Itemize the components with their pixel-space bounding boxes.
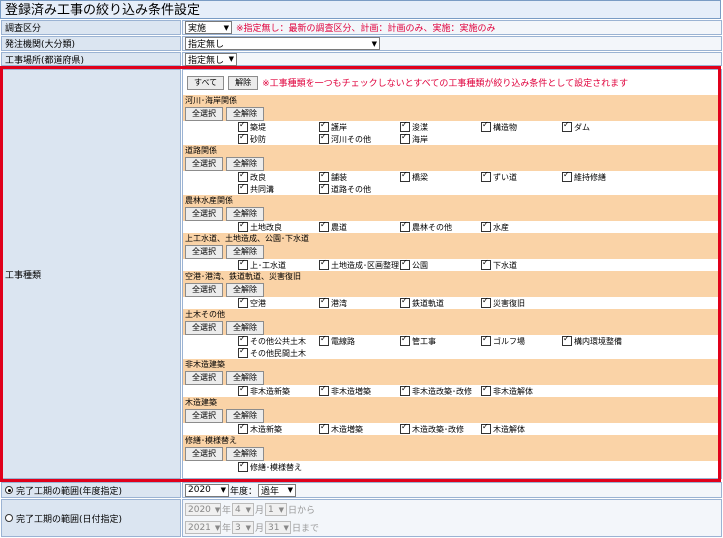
period-year-radio[interactable] xyxy=(5,486,13,494)
period-date-label-cell: 完了工期の範囲(日付指定) xyxy=(1,499,181,537)
period-date-label: 完了工期の範囲(日付指定) xyxy=(16,514,123,525)
to-day-unit: 日まで xyxy=(292,524,320,534)
chevron-down-icon: ▼ xyxy=(228,55,234,63)
period-year-suffix: 年度： xyxy=(230,486,258,497)
to-month-select[interactable]: 3 ▼ xyxy=(232,521,255,534)
period-date-to: 2021 ▼ 年 3 ▼ 月 31 ▼ 日まで xyxy=(185,520,721,535)
period-year-select[interactable]: 2020 ▼ xyxy=(185,483,229,497)
from-day-unit: 日から xyxy=(288,506,316,516)
from-day-select[interactable]: 1 ▼ xyxy=(265,503,288,516)
to-month-value: 3 xyxy=(235,522,241,533)
agency-select[interactable]: 指定無し ▼ xyxy=(185,37,380,50)
chevron-down-icon: ▼ xyxy=(245,505,252,514)
chevron-down-icon: ▼ xyxy=(214,505,221,514)
period-date-radio[interactable] xyxy=(5,514,13,522)
period-year-label: 完了工期の範囲(年度指定) xyxy=(16,486,123,497)
survey-value-cell: 実施 ▼ ※指定無し：最新の調査区分、計画：計画のみ、実施：実施のみ xyxy=(182,20,722,35)
period-range-select[interactable]: 過年 ▼ xyxy=(258,483,297,497)
from-month-select[interactable]: 4 ▼ xyxy=(232,503,255,516)
agency-select-value: 指定無し xyxy=(188,40,225,50)
location-label: 工事場所(都道府県) xyxy=(1,52,181,66)
chevron-down-icon: ▼ xyxy=(278,505,285,514)
period-date-row: 完了工期の範囲(日付指定) 2020 ▼ 年 4 ▼ 月 1 ▼ 日から 202… xyxy=(0,499,723,537)
agency-label: 発注機関(大分類) xyxy=(1,36,181,51)
period-year-label-cell: 完了工期の範囲(年度指定) xyxy=(1,482,181,498)
chevron-down-icon: ▼ xyxy=(223,23,229,32)
chevron-down-icon: ▼ xyxy=(283,523,289,532)
location-row: 工事場所(都道府県) 指定無し ▼ xyxy=(0,52,723,66)
from-month-unit: 月 xyxy=(255,506,265,516)
survey-select[interactable]: 実施 ▼ xyxy=(185,21,232,34)
to-year-unit: 年 xyxy=(222,524,232,534)
from-day-value: 1 xyxy=(268,504,274,515)
to-year-value: 2021 xyxy=(188,522,211,533)
period-date-from: 2020 ▼ 年 4 ▼ 月 1 ▼ 日から xyxy=(185,502,721,517)
to-day-select[interactable]: 31 ▼ xyxy=(265,521,292,534)
survey-select-value: 実施 xyxy=(188,24,207,34)
period-year-value: 2020 xyxy=(188,485,211,495)
to-day-value: 31 xyxy=(268,522,280,533)
from-year-value: 2020 xyxy=(188,504,211,515)
from-year-unit: 年 xyxy=(222,506,232,516)
page-title: 登録済み工事の絞り込み条件設定 xyxy=(0,0,721,19)
period-date-value-cell: 2020 ▼ 年 4 ▼ 月 1 ▼ 日から 2021 ▼ 年 3 ▼ 月 31… xyxy=(182,499,722,537)
chevron-down-icon: ▼ xyxy=(220,486,226,494)
from-year-select[interactable]: 2020 ▼ xyxy=(185,503,221,516)
agency-row: 発注機関(大分類) 指定無し ▼ xyxy=(0,36,723,51)
chevron-down-icon: ▼ xyxy=(245,523,252,532)
survey-row: 調査区分 実施 ▼ ※指定無し：最新の調査区分、計画：計画のみ、実施：実施のみ xyxy=(0,20,723,35)
from-month-value: 4 xyxy=(235,504,241,515)
to-month-unit: 月 xyxy=(255,524,265,534)
period-year-value-cell: 2020 ▼ 年度： 過年 ▼ xyxy=(182,482,722,498)
location-select-value: 指定無し xyxy=(188,55,225,66)
to-year-select[interactable]: 2021 ▼ xyxy=(185,521,221,534)
agency-value-cell: 指定無し ▼ xyxy=(182,36,722,51)
location-value-cell: 指定無し ▼ xyxy=(182,52,722,66)
kind-highlight-frame xyxy=(0,66,721,482)
period-year-row: 完了工期の範囲(年度指定) 2020 ▼ 年度： 過年 ▼ xyxy=(0,482,723,498)
period-range-value: 過年 xyxy=(261,486,280,497)
survey-label: 調査区分 xyxy=(1,20,181,35)
chevron-down-icon: ▼ xyxy=(287,486,294,494)
chevron-down-icon: ▼ xyxy=(371,39,377,48)
survey-note: ※指定無し：最新の調査区分、計画：計画のみ、実施：実施のみ xyxy=(236,24,496,34)
chevron-down-icon: ▼ xyxy=(214,523,221,532)
location-select[interactable]: 指定無し ▼ xyxy=(185,52,237,66)
